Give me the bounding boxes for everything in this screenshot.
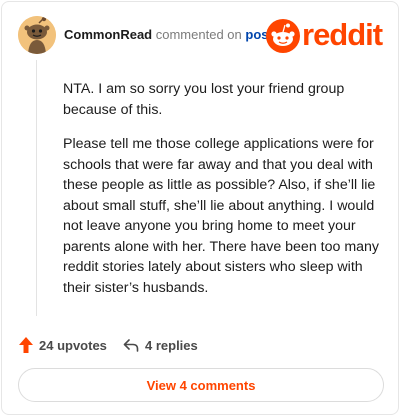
- upvote-button[interactable]: 24 upvotes: [18, 334, 107, 356]
- reply-arrow-icon: [123, 339, 139, 352]
- comment-paragraph-1: NTA. I am so sorry you lost your friend …: [63, 81, 345, 118]
- comment-actions: 24 upvotes 4 replies: [18, 334, 382, 356]
- reddit-snoo-icon: [266, 19, 300, 53]
- username[interactable]: CommonRead: [64, 27, 152, 42]
- action-text: commented on: [155, 27, 242, 42]
- comment-header: CommonRead commented on post reddit: [18, 16, 383, 54]
- reply-count: 4 replies: [145, 337, 198, 353]
- upvote-arrow-icon: [19, 337, 33, 353]
- user-avatar[interactable]: [18, 16, 56, 54]
- comment-paragraph-2: Please tell me those college application…: [63, 136, 380, 296]
- view-comments-button[interactable]: View 4 comments: [18, 368, 384, 402]
- comment-card: CommonRead commented on post reddit NTA.…: [1, 1, 399, 415]
- thread-line[interactable]: [36, 60, 37, 316]
- comment-meta: CommonRead commented on post: [64, 27, 273, 43]
- comment-body: NTA. I am so sorry you lost your friend …: [63, 79, 383, 312]
- reddit-logo[interactable]: reddit: [266, 17, 383, 53]
- reddit-wordmark: reddit: [302, 17, 383, 52]
- replies-button[interactable]: 4 replies: [123, 334, 198, 356]
- upvote-count: 24 upvotes: [39, 337, 107, 353]
- snoo-avatar-icon: [18, 16, 56, 54]
